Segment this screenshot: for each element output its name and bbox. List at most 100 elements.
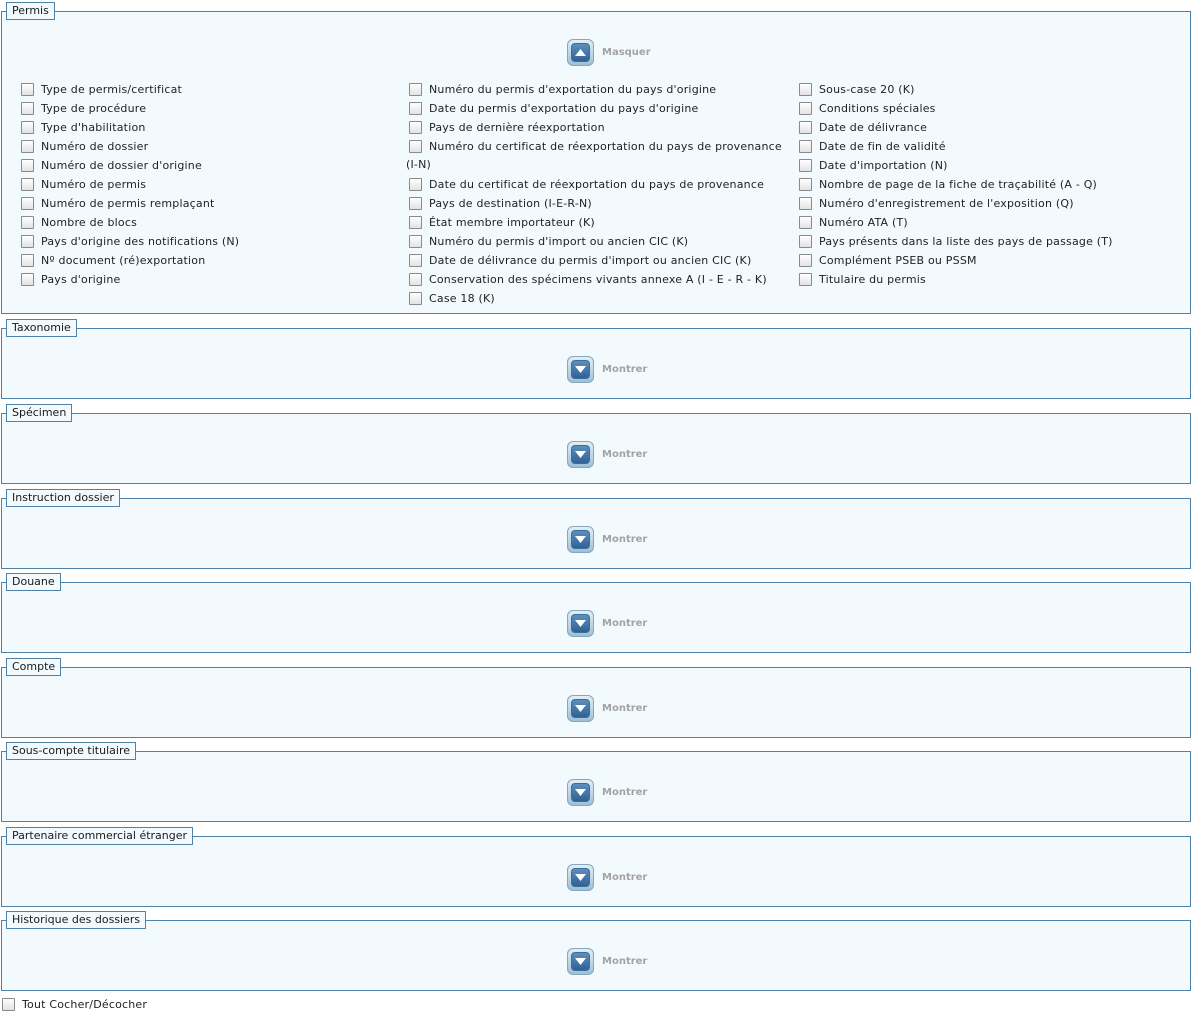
permis-field-col2-8[interactable]: Numéro du permis d'import ou ancien CIC … [409, 233, 688, 249]
field-label: Date de délivrance [819, 120, 928, 134]
field-checkbox[interactable] [21, 215, 34, 229]
field-checkbox[interactable] [21, 158, 34, 172]
field-checkbox[interactable] [21, 120, 34, 134]
show-button[interactable] [567, 948, 594, 975]
field-checkbox[interactable] [799, 234, 812, 248]
permis-field-col3-9[interactable]: Pays présents dans la liste des pays de … [799, 233, 1113, 249]
field-checkbox[interactable] [21, 101, 34, 115]
permis-field-col2-10[interactable]: Conservation des spécimens vivants annex… [409, 271, 767, 287]
permis-field-col2-6[interactable]: Pays de destination (I-E-R-N) [409, 195, 592, 211]
permis-field-col3-10[interactable]: Complément PSEB ou PSSM [799, 252, 977, 268]
show-button[interactable] [567, 441, 594, 468]
show-toggle[interactable]: Montrer [567, 864, 647, 891]
field-checkbox[interactable] [799, 196, 812, 210]
toggle-all-label: Tout Cocher/Décocher [22, 997, 148, 1011]
permis-field-col2-5[interactable]: Date du certificat de réexportation du p… [409, 176, 764, 192]
field-checkbox[interactable] [409, 82, 422, 96]
field-checkbox[interactable] [409, 291, 422, 305]
permis-field-col1-6[interactable]: Numéro de permis [21, 176, 146, 192]
chevron-down-icon [571, 614, 590, 633]
show-button[interactable] [567, 695, 594, 722]
toggle-all-row[interactable]: Tout Cocher/Décocher [2, 996, 147, 1012]
hide-button[interactable] [567, 39, 594, 66]
toggle-all-checkbox[interactable] [2, 997, 15, 1011]
field-checkbox[interactable] [409, 272, 422, 286]
show-button[interactable] [567, 610, 594, 637]
permis-field-col1-7[interactable]: Numéro de permis remplaçant [21, 195, 215, 211]
field-checkbox[interactable] [409, 139, 422, 153]
section-title: Spécimen [6, 404, 73, 422]
section-historique-des-dossiers: Historique des dossiers Montrer [1, 911, 1191, 991]
field-checkbox[interactable] [799, 158, 812, 172]
field-checkbox[interactable] [409, 253, 422, 267]
field-checkbox[interactable] [409, 196, 422, 210]
field-checkbox[interactable] [21, 272, 34, 286]
field-checkbox[interactable] [409, 101, 422, 115]
show-toggle[interactable]: Montrer [567, 356, 647, 383]
permis-field-col3-7[interactable]: Numéro d'enregistrement de l'exposition … [799, 195, 1074, 211]
section-compte: Compte Montrer [1, 658, 1191, 738]
permis-field-col2-2[interactable]: Date du permis d'exportation du pays d'o… [409, 100, 698, 116]
show-toggle[interactable]: Montrer [567, 610, 647, 637]
field-checkbox[interactable] [799, 82, 812, 96]
show-toggle[interactable]: Montrer [567, 695, 647, 722]
permis-field-col1-11[interactable]: Pays d'origine [21, 271, 121, 287]
permis-field-col3-11[interactable]: Titulaire du permis [799, 271, 926, 287]
show-label: Montrer [602, 872, 648, 883]
permis-field-col1-4[interactable]: Numéro de dossier [21, 138, 148, 154]
permis-field-col2-9[interactable]: Date de délivrance du permis d'import ou… [409, 252, 751, 268]
chevron-down-icon [571, 530, 590, 549]
field-label: Conservation des spécimens vivants annex… [429, 272, 767, 286]
field-checkbox[interactable] [799, 177, 812, 191]
permis-field-col3-6[interactable]: Nombre de page de la fiche de traçabilit… [799, 176, 1097, 192]
field-label: Numéro ATA (T) [819, 215, 908, 229]
permis-field-col3-5[interactable]: Date d'importation (N) [799, 157, 948, 173]
field-checkbox[interactable] [799, 215, 812, 229]
field-checkbox[interactable] [21, 177, 34, 191]
field-checkbox[interactable] [21, 253, 34, 267]
permis-field-col3-4[interactable]: Date de fin de validité [799, 138, 946, 154]
field-checkbox[interactable] [21, 196, 34, 210]
permis-field-col2-4[interactable]: Numéro du certificat de réexportation du… [409, 138, 782, 154]
permis-field-col1-2[interactable]: Type de procédure [21, 100, 146, 116]
permis-field-col1-8[interactable]: Nombre de blocs [21, 214, 137, 230]
field-checkbox[interactable] [21, 82, 34, 96]
field-checkbox[interactable] [409, 215, 422, 229]
field-checkbox[interactable] [409, 234, 422, 248]
permis-field-col3-8[interactable]: Numéro ATA (T) [799, 214, 908, 230]
field-checkbox[interactable] [799, 139, 812, 153]
show-toggle[interactable]: Montrer [567, 526, 647, 553]
show-button[interactable] [567, 779, 594, 806]
permis-field-col3-1[interactable]: Sous-case 20 (K) [799, 81, 915, 97]
field-checkbox[interactable] [409, 177, 422, 191]
permis-field-col1-10[interactable]: Nº document (ré)exportation [21, 252, 205, 268]
permis-field-col2-3[interactable]: Pays de dernière réexportation [409, 119, 605, 135]
show-toggle[interactable]: Montrer [567, 779, 647, 806]
field-checkbox[interactable] [799, 253, 812, 267]
field-label: Date de délivrance du permis d'import ou… [429, 253, 752, 267]
show-button[interactable] [567, 864, 594, 891]
permis-field-col1-5[interactable]: Numéro de dossier d'origine [21, 157, 202, 173]
field-checkbox[interactable] [409, 120, 422, 134]
show-button[interactable] [567, 526, 594, 553]
permis-field-col1-9[interactable]: Pays d'origine des notifications (N) [21, 233, 239, 249]
permis-field-col3-2[interactable]: Conditions spéciales [799, 100, 936, 116]
section-instruction-dossier: Instruction dossier Montrer [1, 489, 1191, 569]
show-toggle[interactable]: Montrer [567, 948, 647, 975]
permis-field-col2-1[interactable]: Numéro du permis d'exportation du pays d… [409, 81, 716, 97]
field-label: Numéro d'enregistrement de l'exposition … [819, 196, 1074, 210]
permis-field-col1-3[interactable]: Type d'habilitation [21, 119, 146, 135]
field-checkbox[interactable] [799, 120, 812, 134]
show-button[interactable] [567, 356, 594, 383]
field-checkbox[interactable] [21, 234, 34, 248]
field-checkbox[interactable] [799, 272, 812, 286]
permis-field-col2-11[interactable]: Case 18 (K) [409, 290, 495, 306]
hide-toggle[interactable]: Masquer [567, 39, 651, 66]
permis-field-col1-1[interactable]: Type de permis/certificat [21, 81, 182, 97]
show-toggle[interactable]: Montrer [567, 441, 647, 468]
field-checkbox[interactable] [21, 139, 34, 153]
field-label: Complément PSEB ou PSSM [819, 253, 977, 267]
field-checkbox[interactable] [799, 101, 812, 115]
permis-field-col3-3[interactable]: Date de délivrance [799, 119, 927, 135]
permis-field-col2-7[interactable]: État membre importateur (K) [409, 214, 595, 230]
